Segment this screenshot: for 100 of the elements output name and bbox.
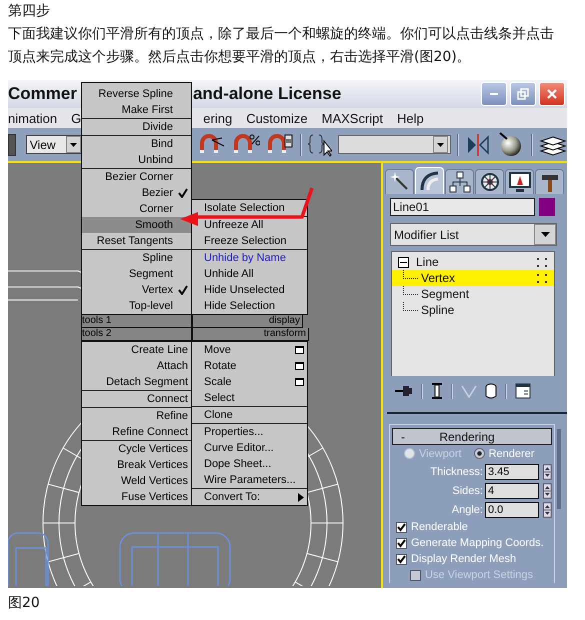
menu-item[interactable]: Create Line bbox=[82, 342, 191, 358]
close-icon bbox=[546, 88, 558, 100]
menu-item[interactable]: G bbox=[71, 110, 82, 126]
tree-line-icon bbox=[403, 302, 419, 311]
selection-set-dropdown[interactable] bbox=[338, 135, 452, 154]
hierarchy-icon bbox=[448, 171, 470, 193]
number-field[interactable]: 3.45 bbox=[484, 464, 540, 480]
menu-item[interactable]: Unfreeze All bbox=[192, 217, 307, 233]
window-title: Commer bbox=[8, 84, 77, 104]
number-field[interactable]: 0.0 bbox=[484, 502, 540, 518]
menu-item[interactable]: Attach bbox=[82, 358, 191, 374]
menu-item[interactable]: Isolate Selection bbox=[192, 200, 307, 216]
spinner-label: Angle: bbox=[450, 504, 484, 516]
arc-icon bbox=[418, 170, 440, 192]
menu-item[interactable]: Select bbox=[192, 390, 307, 406]
menu-item[interactable]: Clone bbox=[192, 407, 307, 423]
menu-item[interactable]: Corner bbox=[82, 201, 191, 217]
number-field[interactable]: 4 bbox=[484, 482, 540, 498]
menu-item[interactable]: Refine Connect bbox=[82, 424, 191, 440]
window-icon bbox=[515, 383, 531, 399]
menu-item[interactable]: Dope Sheet... bbox=[192, 456, 307, 472]
menu-item[interactable]: Rotate bbox=[192, 358, 307, 374]
caret-icon bbox=[70, 142, 77, 146]
step-heading: 第四步 bbox=[8, 2, 50, 21]
minimize-icon bbox=[490, 93, 498, 95]
checkbox[interactable] bbox=[396, 522, 407, 532]
menu-item[interactable]: Break Vertices bbox=[82, 457, 191, 473]
rollout-header[interactable]: - Rendering bbox=[392, 428, 552, 445]
panel-tab[interactable] bbox=[475, 169, 504, 194]
menu-item[interactable]: Segment bbox=[82, 266, 191, 282]
radio-button[interactable] bbox=[474, 448, 485, 459]
view-dropdown[interactable]: View bbox=[26, 135, 82, 154]
menu-item[interactable]: Unhide by Name bbox=[192, 250, 307, 266]
minimize-button[interactable] bbox=[481, 82, 507, 106]
checkbox[interactable] bbox=[396, 554, 407, 564]
name-field[interactable]: Line01 bbox=[390, 198, 535, 216]
menu-item[interactable]: ering bbox=[203, 110, 232, 126]
menu-item[interactable]: Convert To: bbox=[192, 489, 307, 505]
menu-item[interactable]: Fuse Vertices bbox=[82, 489, 191, 505]
braces-cursor-icon bbox=[308, 132, 332, 156]
panel-tab[interactable] bbox=[535, 169, 564, 194]
menu-item[interactable]: Detach Segment bbox=[82, 374, 191, 390]
menu-item[interactable]: Bezier Corner bbox=[82, 169, 191, 185]
menu-item[interactable]: Help bbox=[397, 110, 424, 126]
monitor-icon bbox=[508, 171, 530, 193]
menu-item[interactable]: Weld Vertices bbox=[82, 473, 191, 489]
toolbar-button[interactable] bbox=[8, 134, 16, 156]
menu-item[interactable]: Reverse Spline bbox=[82, 86, 191, 102]
panel-tab[interactable] bbox=[505, 169, 534, 194]
menu-item[interactable]: Hide Selection bbox=[192, 298, 307, 314]
checkbox[interactable] bbox=[396, 538, 407, 548]
stack-item[interactable]: Line bbox=[392, 254, 554, 270]
menu-item[interactable]: Bezier bbox=[82, 185, 191, 201]
magnet-icon bbox=[198, 134, 226, 156]
menu-item[interactable]: Vertex bbox=[82, 282, 191, 298]
menu-item[interactable]: MAXScript bbox=[322, 110, 384, 126]
stack-subitem[interactable]: Spline bbox=[392, 302, 554, 318]
dots-icon bbox=[536, 272, 548, 284]
menu-item[interactable]: Reset Tangents bbox=[82, 233, 191, 249]
pin-icon bbox=[395, 384, 413, 398]
menu-item[interactable]: Curve Editor... bbox=[192, 440, 307, 456]
tree-line-icon bbox=[403, 286, 419, 295]
menu-item[interactable]: Spline bbox=[82, 250, 191, 266]
tree-line-icon bbox=[403, 270, 419, 279]
spinner-arrows-icon bbox=[543, 464, 552, 480]
menu-item[interactable]: Bind bbox=[82, 136, 191, 152]
stack-subitem[interactable]: Segment bbox=[392, 286, 554, 302]
menu-item[interactable]: Customize bbox=[246, 110, 308, 126]
panel-tab[interactable] bbox=[445, 169, 474, 194]
menu-item[interactable]: Move bbox=[192, 342, 307, 358]
menu-header: display bbox=[192, 315, 303, 328]
menu-item[interactable]: Cycle Vertices bbox=[82, 441, 191, 457]
menu-item[interactable]: Unhide All bbox=[192, 266, 307, 282]
color-swatch[interactable] bbox=[539, 198, 555, 216]
paragraph: 下面我建议你们平滑所有的顶点，除了最后一个和螺旋的终端。你们可以点击线条并点击顶点来完成这个步骤。然后点击你想要平滑的顶点，右击选择平滑(图20)。 bbox=[8, 25, 555, 67]
menu-item[interactable]: nimation bbox=[8, 110, 58, 126]
menu-item[interactable]: Freeze Selection bbox=[192, 233, 307, 249]
menu-item[interactable]: Properties... bbox=[192, 424, 307, 440]
scrollbar[interactable] bbox=[557, 429, 561, 509]
menu-item[interactable]: Wire Parameters... bbox=[192, 472, 307, 488]
modifier-dropdown[interactable]: Modifier List bbox=[390, 223, 557, 246]
panel-tab[interactable] bbox=[385, 169, 414, 194]
restore-button[interactable] bbox=[510, 82, 536, 106]
mirror-icon bbox=[465, 132, 492, 156]
magnet-icon bbox=[232, 134, 260, 156]
menu-item[interactable]: Smooth bbox=[82, 217, 191, 233]
menu-item[interactable]: Top-level bbox=[82, 298, 191, 314]
restore-icon bbox=[517, 88, 529, 100]
menu-item[interactable]: Unbind bbox=[82, 152, 191, 168]
menu-item[interactable]: Hide Unselected bbox=[192, 282, 307, 298]
stack-subitem[interactable]: Vertex bbox=[392, 270, 554, 286]
menu-item[interactable]: Connect bbox=[82, 391, 191, 407]
bin-icon bbox=[485, 383, 497, 399]
menu-item[interactable]: Divide bbox=[82, 119, 191, 135]
menu-header: tools 1 bbox=[81, 315, 192, 328]
menu-item[interactable]: Make First bbox=[82, 102, 191, 118]
spinner-arrows-icon bbox=[543, 502, 552, 518]
menu-item[interactable]: Refine bbox=[82, 408, 191, 424]
menu-item[interactable]: Scale bbox=[192, 374, 307, 390]
close-button[interactable] bbox=[539, 82, 565, 106]
